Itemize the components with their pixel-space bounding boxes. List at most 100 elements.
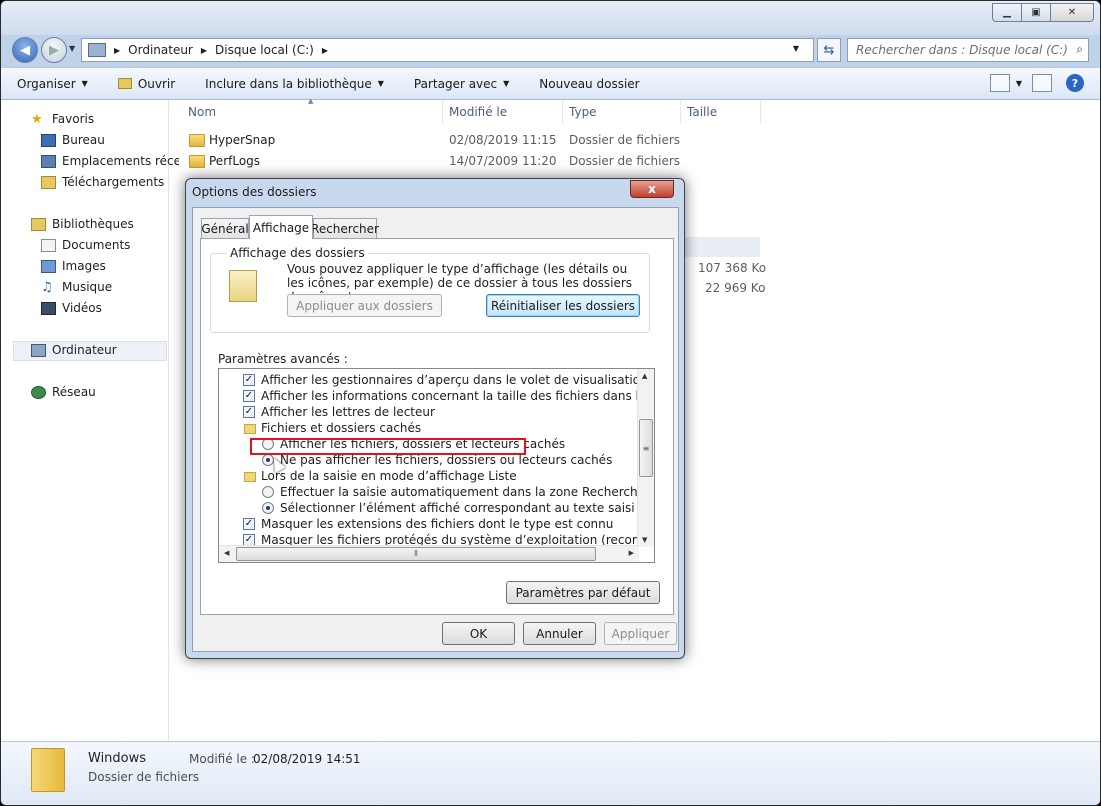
column-header-name[interactable]: Nom [182, 100, 443, 124]
folder-views-label: Affichage des dossiers [227, 246, 368, 260]
checkbox-option[interactable]: ✓ Afficher les lettres de lecteur [219, 404, 639, 420]
title-bar: ▁ ▣ ✕ [1, 1, 1100, 35]
chevron-right-icon[interactable]: ▶ [114, 46, 120, 55]
sidebar-label: Emplacements récents [62, 154, 179, 168]
checkbox[interactable]: ✓ [243, 374, 255, 386]
column-header-type[interactable]: Type [563, 100, 681, 124]
column-header-modified[interactable]: Modifié le [443, 100, 563, 124]
checkbox[interactable]: ✓ [243, 518, 255, 530]
open-button[interactable]: Ouvrir [117, 76, 176, 91]
radio-button[interactable] [262, 502, 274, 514]
sidebar-item-libraries[interactable]: Bibliothèques [31, 217, 169, 231]
new-folder-button[interactable]: Nouveau dossier [539, 77, 639, 91]
sidebar-item-documents[interactable]: Documents [41, 238, 179, 252]
file-type: Dossier de fichiers [569, 154, 681, 168]
address-bar[interactable]: ▶ Ordinateur ▶ Disque local (C:) ▶ ▼ [81, 38, 814, 62]
radio-button[interactable] [262, 486, 274, 498]
radio-option[interactable]: Sélectionner l’élément affiché correspon… [219, 500, 639, 516]
refresh-button[interactable]: ⇆ [817, 38, 841, 62]
preview-pane-icon[interactable] [1032, 74, 1052, 92]
recent-pages-dropdown[interactable]: ▼ [69, 44, 75, 53]
folder-options-dialog: Options des dossiers x Général Affichage… [185, 178, 685, 659]
scroll-right-icon[interactable]: ▶ [629, 549, 634, 557]
open-label: Ouvrir [137, 76, 176, 91]
include-library-button[interactable]: Inclure dans la bibliothèque ▼ [205, 77, 384, 91]
tab-search[interactable]: Rechercher [311, 218, 379, 238]
apply-to-folders-button[interactable]: Appliquer aux dossiers [287, 294, 442, 317]
details-modified-label: Modifié le : [189, 752, 255, 766]
back-button[interactable]: ◀ [12, 37, 38, 63]
horizontal-scrollbar[interactable]: ◀ ⦀ ▶ [219, 545, 639, 562]
libraries-icon [31, 217, 46, 231]
chevron-right-icon[interactable]: ▶ [201, 46, 207, 55]
checkbox-option[interactable]: ✓ Masquer les extensions des fichiers don… [219, 516, 639, 532]
address-dropdown-icon[interactable]: ▼ [793, 44, 799, 53]
folder-icon [189, 134, 205, 147]
restore-defaults-button[interactable]: Paramètres par défaut [506, 581, 660, 604]
cancel-button[interactable]: Annuler [523, 622, 596, 645]
sidebar-item-favorites[interactable]: ★ Favoris [31, 112, 169, 126]
checkbox[interactable]: ✓ [243, 406, 255, 418]
sidebar-label: Vidéos [62, 301, 102, 315]
chevron-down-icon[interactable]: ▼ [1016, 79, 1022, 88]
selected-row-highlight [684, 237, 760, 257]
sidebar-item-downloads[interactable]: Téléchargements [41, 175, 179, 189]
sidebar-item-music[interactable]: ♫ Musique [41, 280, 179, 294]
navigation-pane: ★ Favoris Bureau Emplacements récents Tél… [1, 100, 179, 741]
scroll-down-icon[interactable]: ▼ [642, 536, 647, 544]
scroll-thumb[interactable]: ⦀ [236, 547, 596, 561]
details-pane: Windows Dossier de fichiers Modifié le :… [1, 741, 1100, 805]
column-label: Nom [188, 105, 217, 119]
recent-places-icon [41, 154, 56, 168]
file-size: 22 969 Ko [705, 281, 766, 295]
file-name: PerfLogs [209, 154, 261, 168]
close-window-button[interactable]: ✕ [1050, 3, 1094, 22]
button-label: Annuler [536, 626, 583, 641]
radio-option[interactable]: Effectuer la saisie automatiquement dans… [219, 484, 650, 500]
dialog-close-button[interactable]: x [630, 180, 674, 198]
dialog-title: Options des dossiers [192, 185, 317, 199]
reset-folders-button[interactable]: Réinitialiser les dossiers [486, 294, 640, 317]
scroll-up-icon[interactable]: ▲ [642, 372, 647, 380]
vertical-scrollbar[interactable]: ▲ ≡ ▼ [637, 369, 654, 547]
view-options-icon[interactable] [989, 74, 1010, 92]
tab-general[interactable]: Général [201, 218, 249, 238]
sidebar-item-desktop[interactable]: Bureau [41, 133, 179, 147]
search-input[interactable]: Rechercher dans : Disque local (C:) ⌕ [847, 38, 1089, 62]
column-header-size[interactable]: Taille [681, 100, 761, 124]
advanced-settings-list[interactable]: ✓ Masquer les fichiers protégés du systèm… [218, 368, 655, 563]
help-icon[interactable]: ? [1066, 74, 1084, 92]
checkbox[interactable]: ✓ [243, 390, 255, 402]
chevron-down-icon: ▼ [503, 79, 510, 88]
sidebar-item-computer[interactable]: Ordinateur [31, 343, 169, 357]
sidebar-item-images[interactable]: Images [41, 259, 179, 273]
scroll-left-icon[interactable]: ◀ [224, 549, 229, 557]
search-placeholder: Rechercher dans : Disque local (C:) [856, 43, 1068, 57]
tab-view[interactable]: Affichage [249, 215, 313, 239]
sidebar-label: Bibliothèques [52, 217, 134, 231]
organize-button[interactable]: Organiser ▼ [17, 77, 88, 91]
chevron-right-icon[interactable]: ▶ [322, 46, 328, 55]
maximize-button[interactable]: ▣ [1021, 3, 1051, 22]
option-label: Afficher les lettres de lecteur [261, 405, 435, 419]
scroll-thumb[interactable]: ≡ [639, 419, 653, 477]
apply-button[interactable]: Appliquer [604, 622, 677, 645]
organize-label: Organiser [17, 76, 76, 91]
sidebar-item-videos[interactable]: Vidéos [41, 301, 179, 315]
checkbox-option[interactable]: ✓ Afficher les informations concernant la… [219, 388, 654, 404]
column-label: Modifié le [449, 105, 508, 119]
table-row[interactable]: HyperSnap 02/08/2019 11:15 Dossier de fi… [171, 130, 931, 151]
minimize-button[interactable]: ▁ [992, 3, 1022, 22]
sidebar-item-network[interactable]: Réseau [31, 385, 169, 399]
breadcrumb-computer[interactable]: Ordinateur [128, 43, 193, 57]
ok-button[interactable]: OK [442, 622, 515, 645]
forward-button[interactable]: ▶ [41, 37, 67, 63]
option-label: Effectuer la saisie automatiquement dans… [280, 485, 650, 499]
table-row[interactable]: PerfLogs 14/07/2009 11:20 Dossier de fic… [171, 151, 931, 172]
checkbox-option[interactable]: ✓ Afficher les gestionnaires d’aperçu dan… [219, 372, 648, 388]
search-icon[interactable]: ⌕ [1076, 42, 1083, 57]
breadcrumb-drive[interactable]: Disque local (C:) [215, 43, 314, 57]
button-label: Appliquer [611, 626, 670, 641]
share-button[interactable]: Partager avec ▼ [414, 77, 509, 91]
sidebar-item-recent[interactable]: Emplacements récents [41, 154, 179, 168]
